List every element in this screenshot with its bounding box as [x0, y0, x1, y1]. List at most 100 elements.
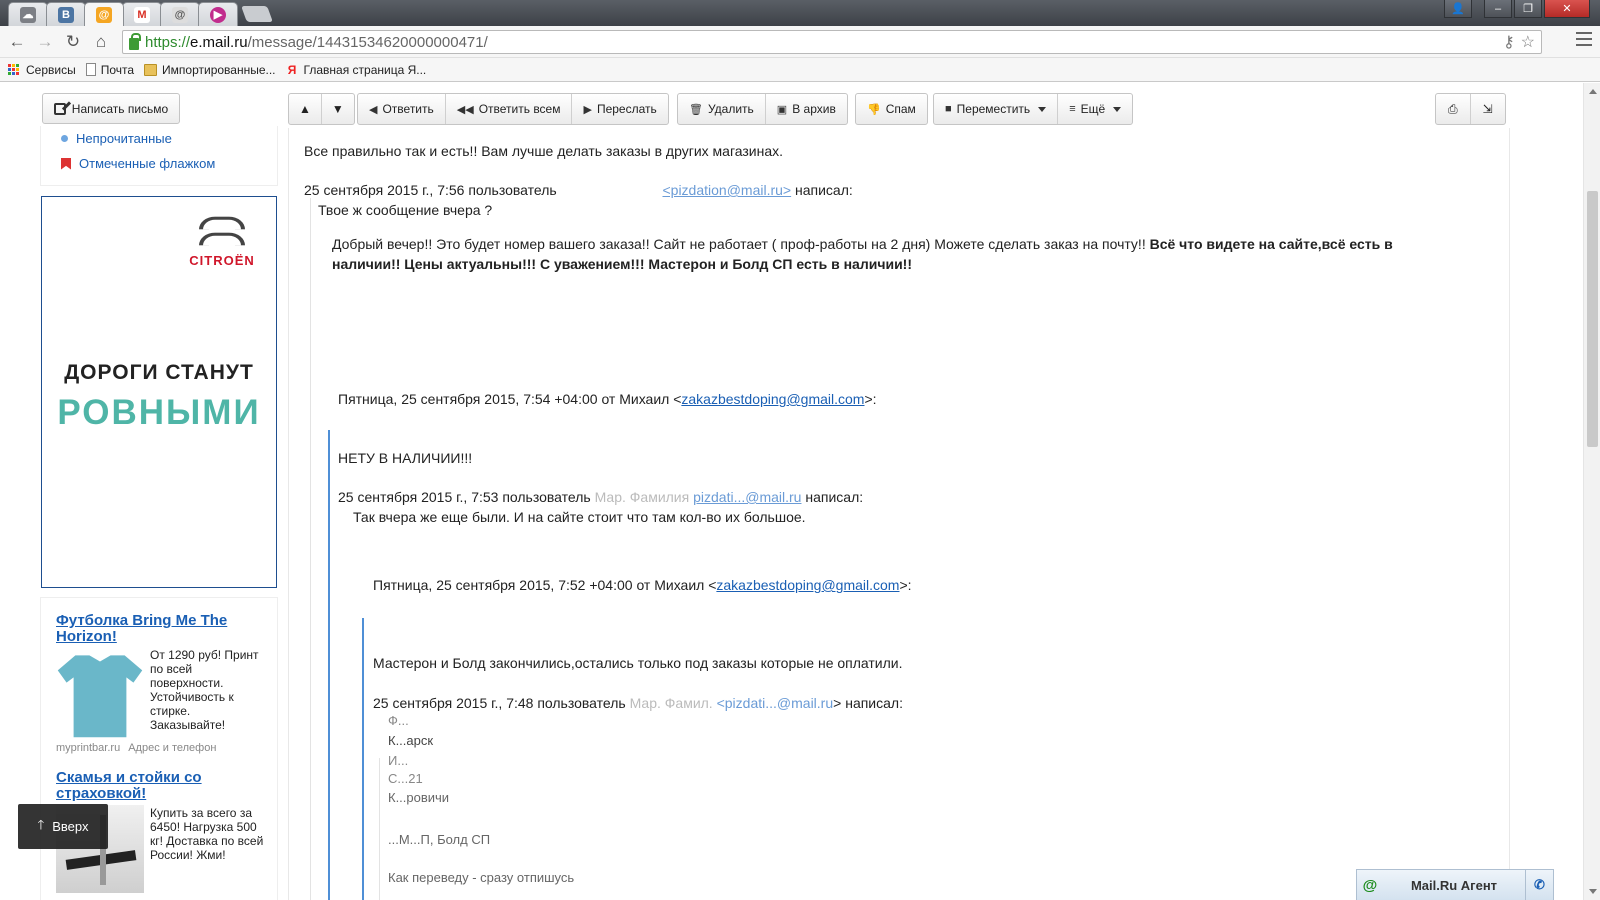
- phone-icon[interactable]: ✆: [1525, 870, 1553, 900]
- bookmark-label: Главная страница Я...: [303, 62, 427, 77]
- spam-button[interactable]: 👎 Спам: [856, 94, 927, 124]
- folder-flagged[interactable]: Отмеченные флажком: [61, 156, 215, 171]
- quote-email-link[interactable]: <pizdati...@mail.ru: [717, 695, 834, 711]
- pencil-icon: [53, 102, 66, 115]
- close-window-button[interactable]: ✕: [1544, 0, 1590, 18]
- scroll-to-top-button[interactable]: 🡑 Вверх: [18, 804, 108, 849]
- message-text: Мастерон и Болд закончились,остались тол…: [373, 655, 903, 671]
- reply-all-button[interactable]: ◀◀ Ответить всем: [446, 94, 573, 124]
- reply-all-label: Ответить всем: [478, 102, 561, 116]
- more-dropdown[interactable]: ≡ Ещё: [1058, 94, 1132, 124]
- sender-email-link[interactable]: zakazbestdoping@gmail.com: [681, 391, 864, 407]
- scrollbar-thumb[interactable]: [1587, 191, 1598, 447]
- ad-title-link[interactable]: Футболка Bring Me The Horizon!: [56, 613, 256, 645]
- scroll-up-arrow-icon[interactable]: [1589, 89, 1597, 94]
- bookmark-yandex[interactable]: Я Главная страница Я...: [286, 63, 427, 77]
- order-line: Как переведу - сразу отпишусь: [388, 870, 575, 885]
- bookmark-imported[interactable]: Импортированные...: [144, 63, 276, 77]
- maximize-button[interactable]: ❐: [1514, 0, 1542, 18]
- reply-plain-text: Добрый вечер!! Это будет номер вашего за…: [332, 236, 1146, 252]
- bookmark-mail[interactable]: Почта: [85, 62, 135, 77]
- quote-bar: [310, 198, 311, 900]
- user-profile-icon[interactable]: 👤: [1444, 0, 1472, 18]
- ad-description: От 1290 руб! Принт по всей поверхности. …: [150, 648, 259, 732]
- address-bar[interactable]: https://e.mail.ru/message/14431534620000…: [122, 30, 1542, 54]
- citroen-banner-ad[interactable]: CITROËN ДОРОГИ СТАНУТ РОВНЫМИ: [41, 196, 277, 588]
- browser-tab-active[interactable]: @: [84, 2, 124, 26]
- sender-email-link[interactable]: zakazbestdoping@gmail.com: [716, 577, 899, 593]
- ad-headline-accent: РОВНЫМИ: [57, 393, 261, 432]
- lock-icon: [129, 33, 141, 50]
- quote-email-link[interactable]: <pizdation@mail.ru>: [662, 182, 791, 198]
- page-scrollbar[interactable]: [1583, 83, 1600, 900]
- printer-icon: ⎙: [1448, 101, 1458, 116]
- scroll-down-arrow-icon[interactable]: [1589, 889, 1597, 894]
- delete-archive-group: 🗑 Удалить ▣ В архив: [677, 93, 848, 125]
- browser-toolbar: ← → ↻ ⌂ https://e.mail.ru/message/144315…: [0, 26, 1600, 58]
- at-icon: @: [172, 6, 188, 23]
- flag-icon: [61, 157, 71, 170]
- header-prefix: Пятница, 25 сентября 2015, 7:54 +04:00 о…: [338, 391, 682, 407]
- browser-menu-icon[interactable]: [1576, 32, 1592, 46]
- browser-tab[interactable]: ☁: [8, 2, 48, 26]
- new-tab-button[interactable]: [241, 6, 273, 22]
- quote-email-link[interactable]: pizdati...@mail.ru: [693, 489, 801, 505]
- expand-icon: ⇲: [1482, 102, 1493, 116]
- folder-unread[interactable]: Непрочитанные: [61, 131, 172, 146]
- archive-icon: ▣: [776, 103, 788, 116]
- quote-bar: [362, 618, 364, 900]
- ad-title-link[interactable]: Скамья и стойки со страховкой!: [56, 770, 206, 802]
- next-message-button[interactable]: ▼: [322, 94, 354, 124]
- citroen-brand: CITROËN: [189, 253, 255, 268]
- minimize-button[interactable]: ‒: [1484, 0, 1512, 18]
- order-line: С...21: [388, 771, 423, 786]
- quote-header: 25 сентября 2015 г., 7:56 пользователь <…: [304, 182, 853, 198]
- tshirt-image[interactable]: [57, 655, 143, 738]
- mailru-agent-bar[interactable]: @ Mail.Ru Агент ✆: [1356, 869, 1554, 900]
- page-icon: [85, 63, 96, 76]
- bookmark-label: Почта: [100, 62, 135, 77]
- bookmark-services[interactable]: Сервисы: [8, 63, 76, 77]
- browser-tab[interactable]: @: [160, 2, 200, 26]
- thumbs-down-icon: 👎: [867, 103, 881, 116]
- quote-header-tail: > написал:: [833, 695, 903, 711]
- spam-group: 👎 Спам: [855, 93, 928, 125]
- move-dropdown[interactable]: ■ Переместить: [934, 94, 1059, 124]
- quoted-text: Твое ж сообщение вчера ?: [318, 202, 493, 218]
- app-icon: ☁: [20, 6, 36, 23]
- more-label: Ещё: [1080, 102, 1106, 116]
- folder-label: Непрочитанные: [76, 131, 172, 146]
- header-prefix: Пятница, 25 сентября 2015, 7:52 +04:00 о…: [373, 577, 717, 593]
- vk-icon: B: [58, 6, 74, 23]
- arrow-down-icon: ▼: [331, 102, 344, 116]
- list-icon: ≡: [1069, 103, 1076, 115]
- message-nav-group: ▲ ▼: [288, 93, 355, 125]
- scroll-to-top-label: Вверх: [52, 819, 89, 834]
- reload-icon[interactable]: ↻: [62, 32, 84, 52]
- print-button[interactable]: ⎙: [1436, 94, 1471, 124]
- browser-tab[interactable]: B: [46, 2, 86, 26]
- reply-bold-text: наличии!! Цены актуальны!!! С уважением!…: [332, 256, 913, 272]
- key-icon[interactable]: ⚷: [1503, 32, 1515, 52]
- reply-button[interactable]: ◀ Ответить: [358, 94, 446, 124]
- redacted-name: Мар. Фамилия: [594, 489, 690, 505]
- reply-icon: ◀: [369, 103, 378, 116]
- ad-source-domain[interactable]: myprintbar.ru: [56, 742, 120, 754]
- back-icon[interactable]: ←: [6, 32, 28, 52]
- previous-message-button[interactable]: ▲: [289, 94, 322, 124]
- forward-button[interactable]: ▶ Переслать: [572, 94, 667, 124]
- forward-icon[interactable]: →: [34, 32, 56, 52]
- home-icon[interactable]: ⌂: [90, 32, 112, 52]
- fullscreen-button[interactable]: ⇲: [1471, 94, 1505, 124]
- mail-page: Написать письмо Непрочитанные Отмеченные…: [0, 83, 1600, 900]
- reply-group: ◀ Ответить ◀◀ Ответить всем ▶ Переслать: [357, 93, 669, 125]
- quoted-text: Так вчера же еще были. И на сайте стоит …: [353, 509, 806, 525]
- ad-address-link[interactable]: Адрес и телефон: [128, 742, 216, 754]
- delete-button[interactable]: 🗑 Удалить: [678, 94, 766, 124]
- quote-header-text: 25 сентября 2015 г., 7:56 пользователь: [304, 182, 557, 198]
- archive-button[interactable]: ▣ В архив: [766, 94, 847, 124]
- browser-tab[interactable]: M: [122, 2, 162, 26]
- star-icon[interactable]: ☆: [1521, 32, 1535, 52]
- compose-button[interactable]: Написать письмо: [42, 93, 180, 124]
- browser-tab[interactable]: ▶: [198, 2, 238, 26]
